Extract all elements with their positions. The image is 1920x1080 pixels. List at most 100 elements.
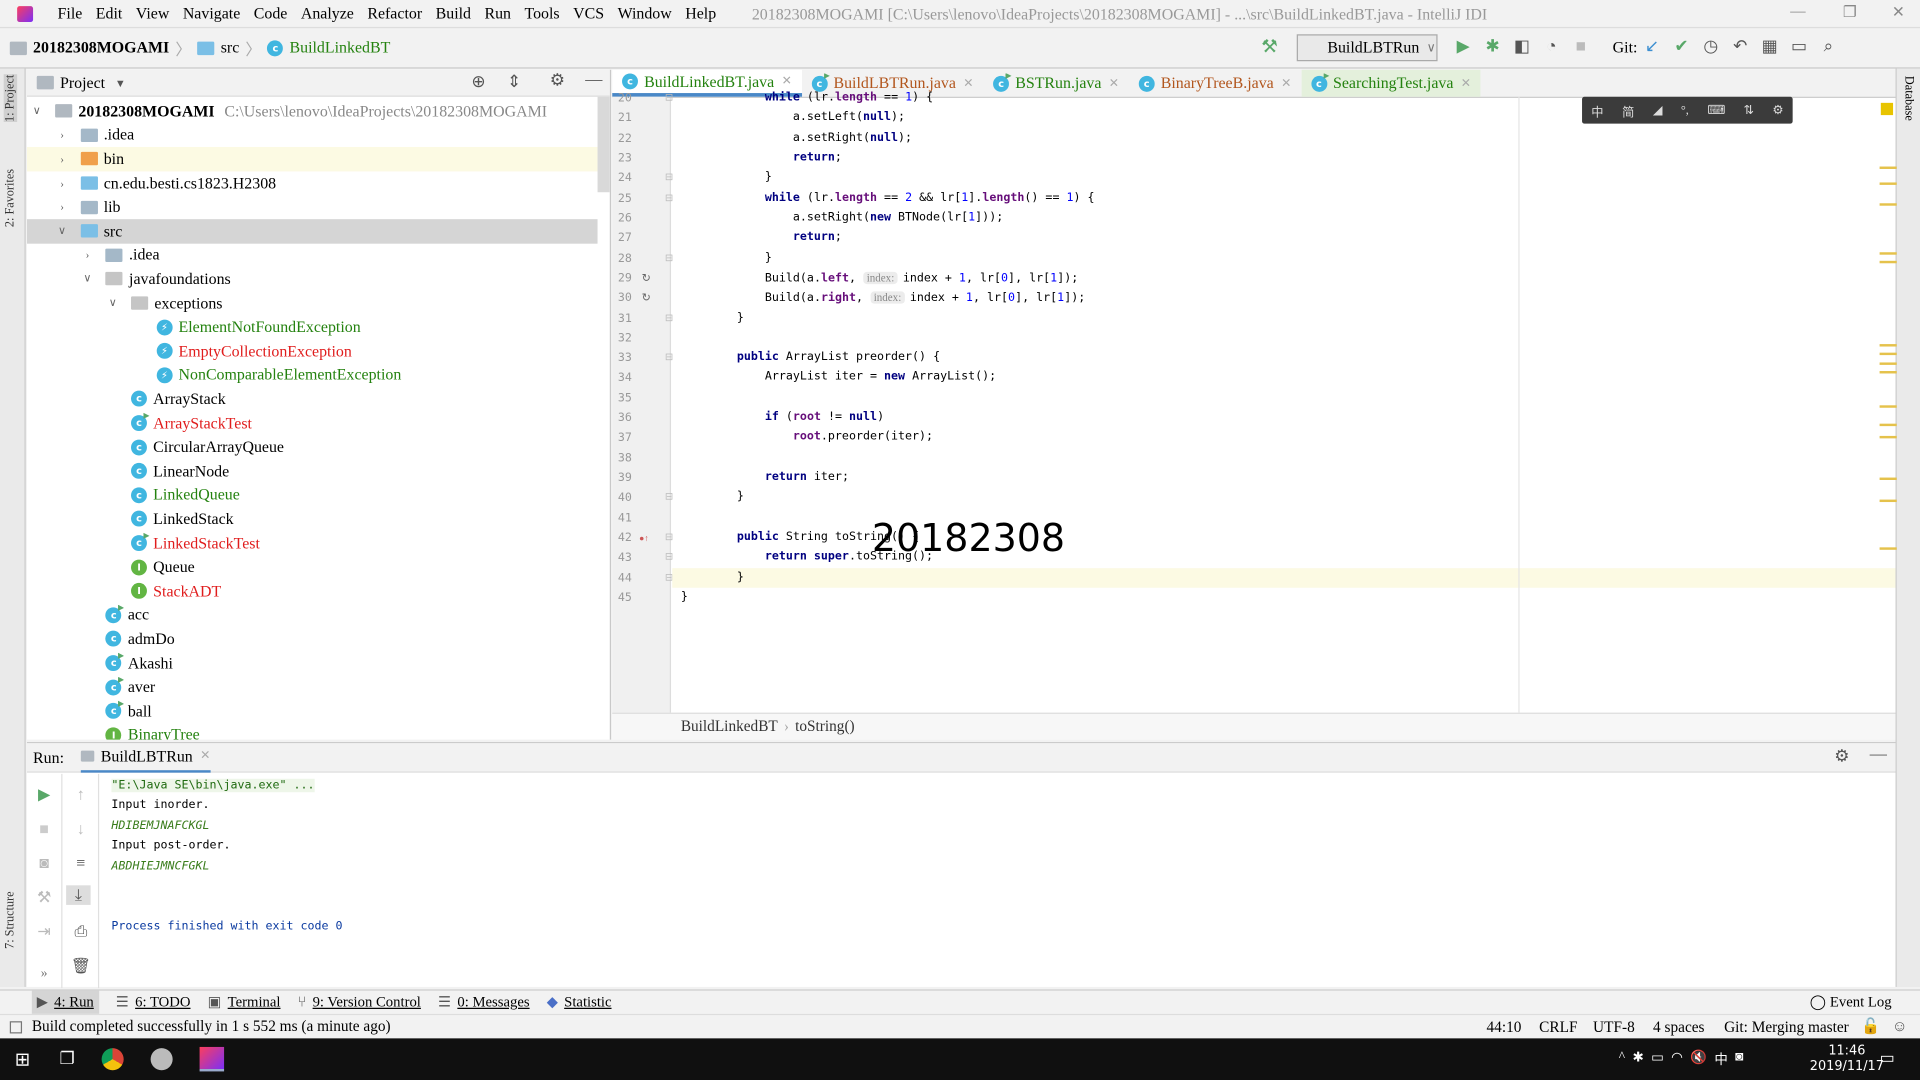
project-view-dropdown[interactable]: Project <box>60 73 105 93</box>
tree-item[interactable]: c ArrayStackTest <box>27 411 598 435</box>
error-stripe-mark[interactable] <box>1879 423 1897 427</box>
start-icon[interactable]: ⊞ <box>15 1048 30 1071</box>
tree-item[interactable]: c ball <box>27 699 598 723</box>
code-line[interactable]: a.setRight(null); <box>681 128 912 148</box>
restore-button[interactable]: ❐ <box>1843 2 1857 22</box>
menu-edit[interactable]: Edit <box>96 4 123 24</box>
ime-button[interactable]: 简 <box>1622 101 1634 119</box>
tree-item[interactable]: c acc <box>27 603 598 627</box>
exit-icon[interactable]: ⇥ <box>32 922 56 942</box>
code-line[interactable]: } <box>681 488 744 508</box>
gear-icon[interactable]: ⚙ <box>550 71 565 92</box>
tree-item[interactable]: c aver <box>27 675 598 699</box>
code-line[interactable]: public ArrayList preorder() { <box>681 348 940 368</box>
editor-tab[interactable]: c BinaryTreeB.java ✕ <box>1129 70 1301 97</box>
code-line[interactable]: ArrayList iter = new ArrayList(); <box>681 368 996 388</box>
editor-tab[interactable]: c BSTRun.java ✕ <box>983 70 1128 97</box>
menu-help[interactable]: Help <box>685 4 716 24</box>
close-icon[interactable]: ✕ <box>1281 77 1291 90</box>
search-icon[interactable]: ⌕ <box>1816 37 1840 57</box>
file-encoding[interactable]: UTF-8 <box>1593 1019 1635 1037</box>
close-icon[interactable]: ✕ <box>782 75 792 88</box>
menu-view[interactable]: View <box>136 4 170 24</box>
tree-item[interactable]: › bin <box>26 147 598 172</box>
task-view-icon[interactable]: ❐ <box>59 1049 74 1070</box>
error-stripe-mark[interactable] <box>1879 203 1897 206</box>
tree-item[interactable]: ∨ 20182308MOGAMI C:\Users\lenovo\IdeaProje… <box>27 99 598 123</box>
hide-icon[interactable]: — <box>1870 746 1887 766</box>
tree-item[interactable]: › cn.edu.besti.cs1823.H2308 <box>27 171 598 195</box>
breadcrumb-src[interactable]: src <box>221 38 240 58</box>
code-line[interactable]: } <box>681 308 744 328</box>
tree-item[interactable]: ∨ javafoundations <box>27 267 598 291</box>
error-stripe-mark[interactable] <box>1879 352 1897 356</box>
bluetooth-icon[interactable]: ✱ <box>1632 1049 1643 1069</box>
tool-tab-database[interactable]: Database <box>1902 76 1915 121</box>
code-area[interactable]: while (lr.length == 1) { a.setLeft(null)… <box>612 91 1896 714</box>
soft-wrap-icon[interactable]: ≡ <box>69 853 93 873</box>
status-toggle-icon[interactable] <box>9 1020 23 1033</box>
menu-run[interactable]: Run <box>484 4 511 24</box>
trash-icon[interactable]: 🗑 <box>69 956 93 976</box>
tree-item[interactable]: ⚡ EmptyCollectionException <box>27 339 598 363</box>
error-stripe-mark[interactable] <box>1879 252 1897 255</box>
code-line[interactable]: return; <box>681 148 842 168</box>
tree-item[interactable]: c Akashi <box>27 651 598 675</box>
code-line[interactable]: while (lr.length == 1) { <box>681 88 933 108</box>
close-icon[interactable]: ✕ <box>963 77 973 90</box>
chevron-down-icon[interactable]: ∨ <box>107 296 119 309</box>
code-line[interactable]: root.preorder(iter); <box>681 428 933 448</box>
tool-window-terminal[interactable]: ▣ Terminal <box>208 993 281 1011</box>
ime-language-icon[interactable]: 中 <box>1714 1049 1727 1069</box>
build-hammer-icon[interactable]: ⚒ <box>1261 36 1277 59</box>
close-icon[interactable]: ✕ <box>1109 77 1119 90</box>
menu-vcs[interactable]: VCS <box>573 4 604 24</box>
close-icon[interactable]: ✕ <box>1461 77 1471 90</box>
tree-item[interactable]: › lib <box>27 195 598 219</box>
stop-icon[interactable]: ■ <box>1569 37 1593 57</box>
error-stripe-mark[interactable] <box>1879 435 1897 439</box>
error-stripe-mark[interactable] <box>1879 166 1897 169</box>
chrome-icon[interactable] <box>101 1048 124 1071</box>
ime-button[interactable]: 中 <box>1591 101 1603 119</box>
tree-item[interactable]: c CircularArrayQueue <box>27 435 598 459</box>
debug-icon[interactable]: ✱ <box>1480 37 1504 58</box>
locate-icon[interactable]: ⊕ <box>471 72 485 93</box>
editor-breadcrumb-class[interactable]: BuildLinkedBT <box>681 718 778 736</box>
breadcrumb-project[interactable]: 20182308MOGAMI <box>33 38 169 58</box>
tree-item[interactable]: I BinaryTree <box>27 723 598 740</box>
clock-date[interactable]: 2019/11/17 <box>1810 1059 1884 1075</box>
menu-analyze[interactable]: Analyze <box>301 4 354 24</box>
stop-icon[interactable]: ■ <box>32 819 56 839</box>
tool-window-versioncontrol[interactable]: ⑂ 9: Version Control <box>298 993 421 1011</box>
git-branch[interactable]: Git: Merging master <box>1724 1019 1849 1037</box>
chevron-right-icon[interactable]: › <box>56 201 68 213</box>
tool-tab-favorites[interactable]: 2: Favorites <box>4 169 17 227</box>
minimize-button[interactable]: — <box>1790 2 1805 20</box>
error-stripe-mark[interactable] <box>1879 182 1897 185</box>
error-stripe-mark[interactable] <box>1879 547 1897 550</box>
inspector-icon[interactable]: ☺ <box>1892 1018 1908 1036</box>
error-stripe-mark[interactable] <box>1879 362 1897 365</box>
menu-navigate[interactable]: Navigate <box>183 4 240 24</box>
tree-item[interactable]: ⚡ NonComparableElementException <box>27 363 598 387</box>
menu-window[interactable]: Window <box>618 4 672 24</box>
hide-icon[interactable]: — <box>585 71 602 91</box>
chevron-down-icon[interactable]: ∨ <box>56 224 68 237</box>
scroll-to-end-icon[interactable]: ⤓ <box>66 885 91 905</box>
chevron-right-icon[interactable]: › <box>56 177 68 189</box>
tree-item[interactable]: I StackADT <box>27 579 598 603</box>
chevron-right-icon[interactable]: › <box>56 153 68 165</box>
rerun-icon[interactable]: ▶ <box>32 785 56 805</box>
tree-scrollbar[interactable] <box>597 96 610 193</box>
close-icon[interactable]: ✕ <box>200 749 210 762</box>
tool-window-statistic[interactable]: ◆ Statistic <box>547 993 612 1011</box>
status-message[interactable]: Build completed successfully in 1 s 552 … <box>32 1018 391 1036</box>
editor-tab[interactable]: c SearchingTest.java ✕ <box>1301 69 1481 97</box>
code-line[interactable]: } <box>681 568 744 588</box>
profile-icon[interactable]: ◔ <box>1539 37 1563 57</box>
editor-breadcrumb-method[interactable]: toString() <box>795 718 855 736</box>
restore-layout-icon[interactable]: ⚒ <box>32 888 56 908</box>
coverage-icon[interactable]: ◧ <box>1510 37 1534 58</box>
tree-item[interactable]: ∨ exceptions <box>27 291 598 315</box>
